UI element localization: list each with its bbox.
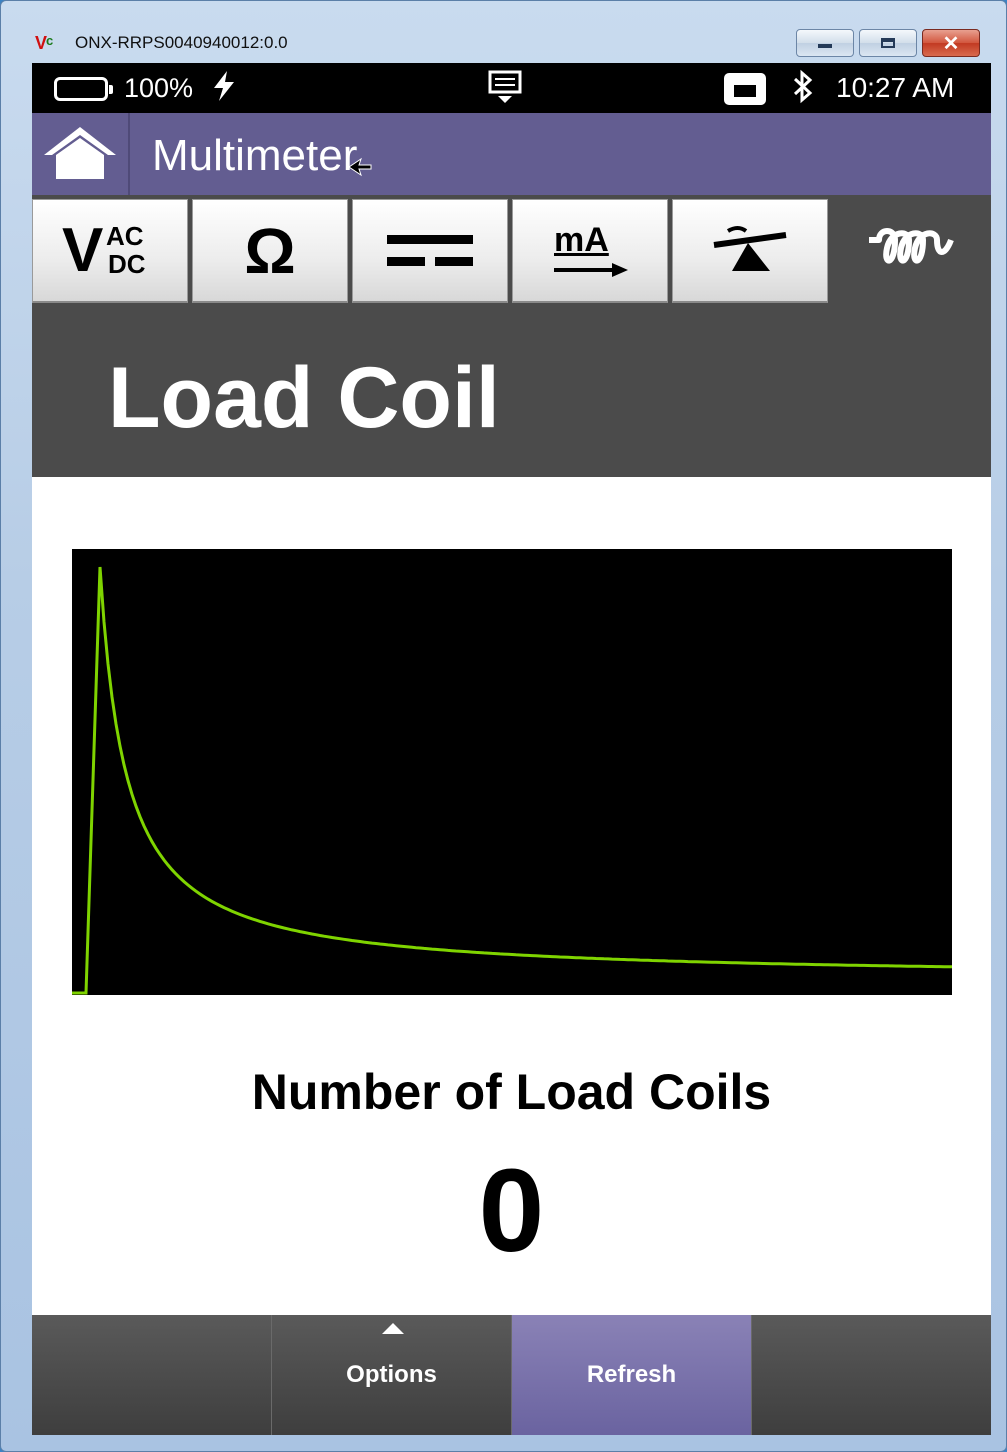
milliamp-icon: mA — [550, 221, 630, 281]
tab-load-coil[interactable] — [832, 199, 988, 303]
bluetooth-icon — [790, 69, 816, 113]
tab-ohms[interactable]: Ω — [192, 199, 348, 303]
options-button[interactable]: Options — [272, 1315, 512, 1435]
bottom-empty-left — [32, 1315, 272, 1435]
caret-up-icon — [382, 1323, 404, 1334]
vac-vdc-icon: V AC DC — [62, 215, 146, 285]
tab-capacitance[interactable] — [352, 199, 508, 303]
window-title: ONX-RRPS0040940012:0.0 — [75, 33, 288, 52]
clock: 10:27 AM — [836, 72, 955, 103]
close-icon: ✕ — [942, 32, 960, 55]
mode-title: Load Coil — [108, 350, 500, 446]
app-title: Multimeter — [152, 131, 358, 180]
bottom-empty-right — [752, 1315, 991, 1435]
ethernet-icon — [724, 73, 766, 105]
result-value: 0 — [478, 1145, 545, 1277]
notification-tray-icon[interactable] — [487, 69, 523, 105]
mode-tab-bar: V AC DC Ω mA — [32, 195, 991, 305]
refresh-button[interactable]: Refresh — [512, 1315, 752, 1435]
device-screen: 100% 10:27 AM Multimeter V AC DC Ω mA Lo… — [32, 63, 991, 1435]
bottom-bar: Options Refresh — [32, 1315, 991, 1435]
maximize-button[interactable] — [859, 29, 917, 57]
status-bar: 100% 10:27 AM — [32, 63, 991, 113]
battery-icon — [54, 77, 113, 101]
result-label: Number of Load Coils — [251, 1064, 772, 1120]
coil-icon — [869, 228, 954, 264]
tab-balance[interactable] — [672, 199, 828, 303]
maximize-icon — [860, 30, 916, 56]
load-coil-graph — [72, 549, 953, 995]
battery-percent: 100% — [124, 73, 194, 103]
home-button[interactable] — [32, 113, 130, 195]
window-frame: Vc ONX-RRPS0040940012:0.0 ✕ 100% 10:27 A… — [0, 0, 1007, 1452]
capacitance-icon — [387, 234, 473, 266]
balance-icon — [713, 225, 787, 271]
minimize-icon — [797, 30, 853, 56]
app-logo-icon: Vc — [35, 33, 53, 53]
mode-header: Load Coil — [32, 305, 991, 477]
mouse-cursor-icon — [348, 157, 372, 177]
minimize-button[interactable] — [796, 29, 854, 57]
close-button[interactable]: ✕ — [922, 29, 980, 57]
tab-vac-vdc[interactable]: V AC DC — [32, 199, 188, 303]
charging-bolt-icon — [210, 69, 238, 110]
home-icon — [44, 127, 116, 179]
tab-milliamps[interactable]: mA — [512, 199, 668, 303]
graph-trace — [72, 566, 953, 995]
app-bar: Multimeter — [32, 113, 991, 195]
ohm-icon: Ω — [244, 214, 296, 287]
